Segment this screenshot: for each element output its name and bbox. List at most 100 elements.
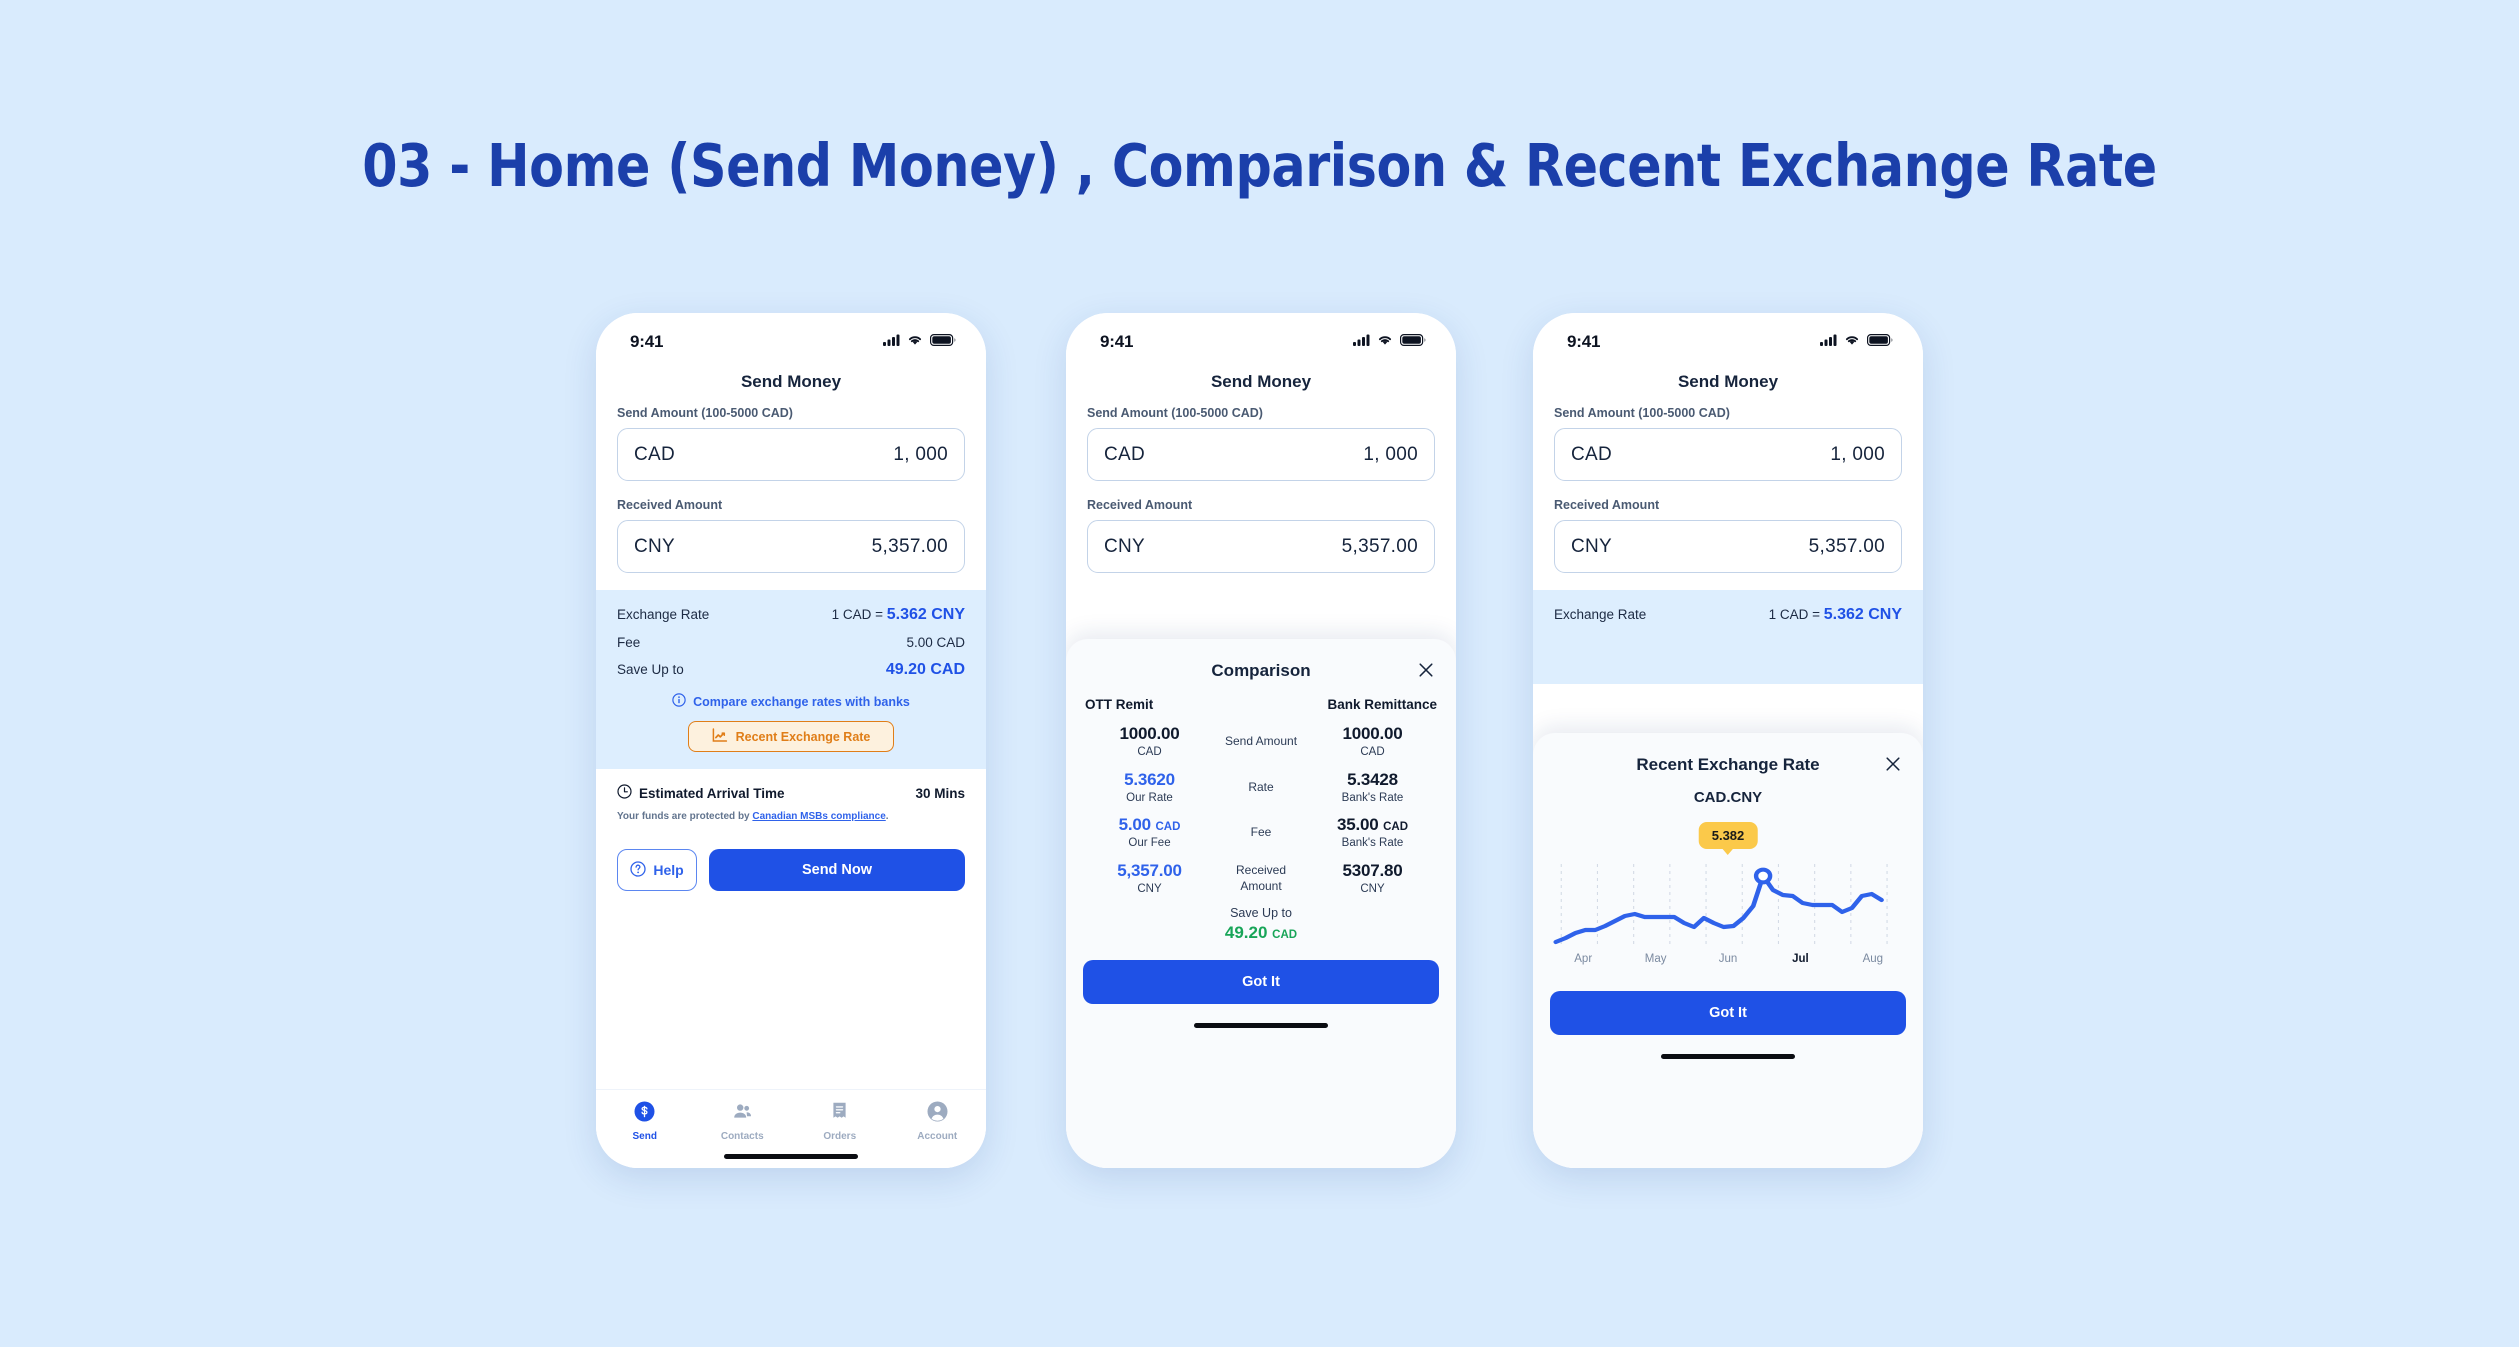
action-buttons: Help Send Now — [596, 822, 986, 891]
amount-form: Send Amount (100-5000 CAD) CAD 1, 000 Re… — [596, 406, 986, 590]
row-label-received-amount: Received Amount — [1235, 863, 1287, 893]
status-bar: 9:41 — [1066, 313, 1456, 363]
save-up-to-value: 49.20 CAD — [885, 661, 965, 678]
chart-highlight-point — [1753, 867, 1773, 885]
compare-rates-label: Compare exchange rates with banks — [693, 694, 910, 709]
status-bar: 9:41 — [1533, 313, 1923, 363]
tab-send[interactable]: Send — [596, 1101, 694, 1142]
received-amount-input[interactable]: CNY 5,357.00 — [617, 520, 965, 573]
save-up-to-label: Save Up to — [617, 662, 684, 677]
rate-info-panel: Exchange Rate 1 CAD = 5.362 CNY — [1533, 590, 1923, 684]
comparison-table: OTT Remit Bank Remittance 1000.00 CAD Se… — [1066, 689, 1456, 943]
rer-title: Recent Exchange Rate — [1636, 755, 1820, 774]
home-indicator[interactable] — [724, 1154, 858, 1159]
month-label-jun: Jun — [1718, 953, 1738, 965]
ott-received-amount-value: 5,357.00 — [1117, 860, 1182, 880]
send-amount-value: 1, 000 — [1830, 443, 1885, 465]
ott-rate: 5.3620 Our Rate — [1083, 770, 1216, 806]
chart-gridlines — [1560, 864, 1888, 944]
bank-send-amount-value: 1000.00 — [1342, 724, 1403, 743]
exchange-rate-prefix: 1 CAD = — [831, 607, 887, 622]
wifi-icon — [1377, 333, 1393, 351]
received-amount-label: Received Amount — [1554, 498, 1660, 512]
clock-icon — [617, 784, 632, 802]
chart-x-axis-labels: Apr May Jun Jul Aug — [1547, 953, 1909, 965]
status-icons — [1353, 333, 1426, 351]
received-amount-label: Received Amount — [617, 498, 723, 512]
send-amount-label: Send Amount (100-5000 CAD) — [1554, 406, 1730, 420]
amount-form: Send Amount (100-5000 CAD) CAD 1, 000 Re… — [1066, 406, 1456, 590]
battery-icon — [930, 333, 956, 351]
tab-account[interactable]: Account — [889, 1101, 987, 1142]
help-button[interactable]: Help — [617, 849, 697, 891]
received-amount-input[interactable]: CNY 5,357.00 — [1087, 520, 1435, 573]
comparison-title: Comparison — [1211, 661, 1311, 680]
bank-received-amount-value: 5307.80 — [1342, 860, 1403, 880]
comparison-save-block: Save Up to 49.20 CAD — [1083, 906, 1439, 943]
status-time: 9:41 — [1567, 332, 1601, 351]
page-title: 03 - Home (Send Money) , Comparison & Re… — [362, 131, 2157, 200]
screen-comparison: 9:41 Send Money Send Amount (100-5000 CA… — [1066, 313, 1456, 1168]
funds-protection-note: Your funds are protected by Canadian MSB… — [617, 811, 965, 822]
comparison-sheet: Comparison OTT Remit Bank Remittance 100… — [1066, 639, 1456, 1168]
exchange-rate-value: 5.362 CNY — [1823, 606, 1902, 623]
received-currency-code: CNY — [634, 535, 676, 557]
protection-note-prefix: Your funds are protected by — [617, 811, 753, 822]
tab-orders-label: Orders — [823, 1131, 857, 1142]
help-label: Help — [653, 862, 684, 878]
exchange-rate-row: Exchange Rate 1 CAD = 5.362 CNY — [617, 606, 965, 624]
ott-fee-sub: Our Fee — [1128, 837, 1171, 850]
estimated-arrival-left: Estimated Arrival Time — [617, 784, 785, 802]
comparison-row-send-amount: 1000.00 CAD Send Amount 1000.00 CAD — [1083, 724, 1439, 760]
send-amount-input[interactable]: CAD 1, 000 — [617, 428, 965, 481]
comparison-got-it-button[interactable]: Got It — [1083, 960, 1439, 1005]
bank-rate-value: 5.3428 — [1347, 769, 1398, 789]
bank-fee-value: 35.00 — [1337, 815, 1379, 835]
ott-received-amount: 5,357.00 CNY — [1083, 861, 1216, 897]
ott-fee-unit: CAD — [1155, 821, 1181, 834]
send-currency-code: CAD — [1571, 443, 1613, 465]
row-label-rate: Rate — [1248, 779, 1274, 794]
comparison-column-headers: OTT Remit Bank Remittance — [1083, 697, 1439, 712]
row-label-send-amount: Send Amount — [1224, 734, 1298, 748]
month-label-jul: Jul — [1792, 953, 1809, 965]
phone-2-comparison: 9:41 Send Money Send Amount (100-5000 CA… — [1066, 313, 1456, 1168]
tab-contacts[interactable]: Contacts — [694, 1101, 792, 1142]
ott-rate-value: 5.3620 — [1124, 769, 1175, 789]
send-now-button[interactable]: Send Now — [709, 849, 965, 891]
comparison-row-received-amount: 5,357.00 CNY Received Amount 5307.80 CNY — [1083, 861, 1439, 897]
wifi-icon — [1844, 333, 1860, 351]
bank-received-amount-sub: CNY — [1360, 882, 1385, 895]
send-amount-input[interactable]: CAD 1, 000 — [1087, 428, 1435, 481]
tab-orders[interactable]: Orders — [791, 1101, 889, 1142]
close-icon[interactable] — [1885, 756, 1901, 772]
bank-send-amount-sub: CAD — [1360, 746, 1385, 759]
compare-rates-link[interactable]: Compare exchange rates with banks — [617, 693, 965, 710]
send-amount-value: 1, 000 — [1363, 443, 1418, 465]
received-currency-code: CNY — [1104, 535, 1146, 557]
ott-send-amount-sub: CAD — [1137, 746, 1162, 759]
bank-received-amount: 5307.80 CNY — [1306, 861, 1439, 897]
received-amount-input[interactable]: CNY 5,357.00 — [1554, 520, 1902, 573]
battery-icon — [1867, 333, 1893, 351]
recent-exchange-rate-button[interactable]: Recent Exchange Rate — [688, 721, 894, 752]
rer-got-it-button[interactable]: Got It — [1550, 991, 1906, 1035]
page-header-title: Send Money — [740, 372, 842, 391]
phone-3-recent-exchange-rate: 9:41 Send Money Send Amount (100-5000 CA… — [1533, 313, 1923, 1168]
bank-rate-sub: Bank's Rate — [1341, 791, 1404, 804]
tab-send-label: Send — [632, 1131, 657, 1142]
comparison-save-amount-group: 49.20 CAD — [1083, 923, 1439, 943]
home-indicator[interactable] — [1661, 1054, 1795, 1059]
msb-compliance-link[interactable]: Canadian MSBs compliance — [752, 811, 885, 822]
exchange-rate-row: Exchange Rate 1 CAD = 5.362 CNY — [1554, 606, 1902, 624]
exchange-rate-value-group: 1 CAD = 5.362 CNY — [1769, 606, 1902, 624]
rate-info-panel: Exchange Rate 1 CAD = 5.362 CNY Fee 5.00… — [596, 590, 986, 769]
home-indicator[interactable] — [1194, 1023, 1328, 1029]
rer-sheet-header: Recent Exchange Rate — [1533, 733, 1923, 783]
send-amount-input[interactable]: CAD 1, 000 — [1554, 428, 1902, 481]
month-label-apr: Apr — [1574, 953, 1593, 965]
fee-label: Fee — [617, 635, 641, 650]
cellular-signal-icon — [1820, 333, 1837, 351]
close-icon[interactable] — [1418, 662, 1434, 678]
received-amount-value: 5,357.00 — [871, 535, 948, 557]
